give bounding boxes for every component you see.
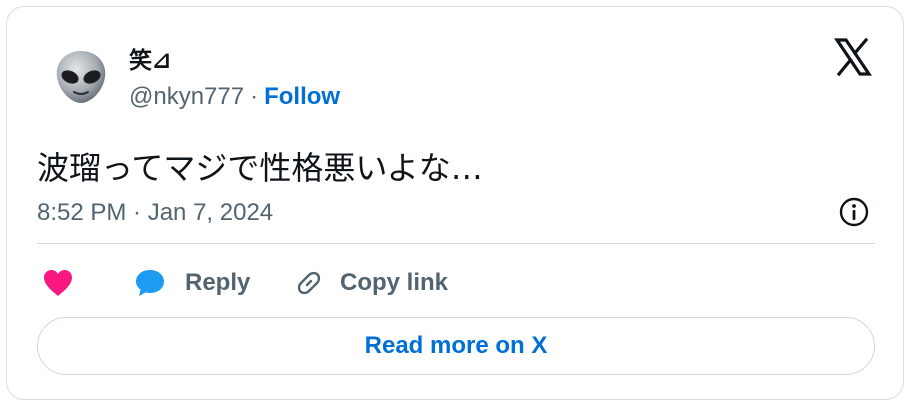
author-display-name[interactable]: 笑⊿ (129, 41, 171, 75)
author-handle[interactable]: @nkyn777 (129, 83, 244, 110)
author-handle-row: @nkyn777 · Follow (129, 83, 340, 111)
alien-face-icon (56, 51, 106, 103)
copy-link-label: Copy link (340, 269, 449, 296)
x-logo-icon[interactable] (833, 37, 873, 77)
reply-label: Reply (185, 269, 251, 296)
link-icon (293, 267, 325, 299)
heart-icon[interactable] (41, 267, 75, 299)
read-more-button[interactable]: Read more on X (37, 317, 875, 375)
separator-dot: · (250, 83, 259, 110)
speech-bubble-icon (133, 267, 167, 299)
embedded-tweet-card: 笑⊿ @nkyn777 · Follow 波瑠ってマジで性格悪いよな… 8:52 P… (6, 6, 904, 400)
tweet-timestamp[interactable]: 8:52 PM · Jan 7, 2024 (37, 199, 273, 227)
follow-button[interactable]: Follow (264, 83, 340, 110)
info-icon[interactable] (837, 195, 871, 229)
avatar[interactable] (51, 47, 111, 107)
divider (37, 243, 875, 244)
tweet-text: 波瑠ってマジで性格悪いよな… (37, 149, 483, 187)
